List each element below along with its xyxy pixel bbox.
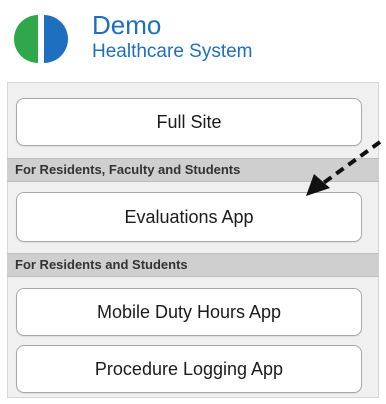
dashed-arrow-icon [306,140,382,196]
mobile-duty-hours-app-button[interactable]: Mobile Duty Hours App [16,288,362,336]
section-header-residents-students: For Residents and Students [7,253,379,277]
logo-subtitle: Healthcare System [92,41,253,62]
logo: Demo Healthcare System [14,10,314,70]
procedure-logging-app-button[interactable]: Procedure Logging App [16,345,362,393]
logo-mark-icon [14,15,68,63]
logo-title: Demo [92,10,162,40]
